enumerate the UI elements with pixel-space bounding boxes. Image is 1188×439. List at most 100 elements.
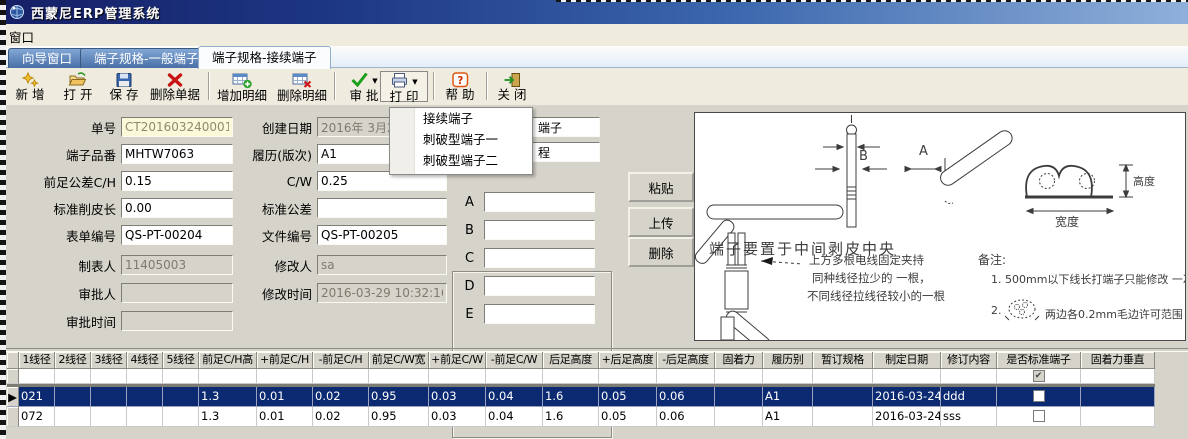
column-header[interactable]: -前足C/W	[486, 352, 543, 369]
grid-cell[interactable]	[127, 407, 163, 427]
grid-cell[interactable]: 2016-03-24	[873, 387, 941, 407]
column-header[interactable]: +前足C/H	[257, 352, 313, 369]
column-header[interactable]: 后足高度	[543, 352, 599, 369]
grid-cell[interactable]: 0.02	[313, 387, 369, 407]
filter-cell[interactable]	[941, 369, 997, 384]
filter-cell[interactable]	[429, 369, 486, 384]
grid-cell[interactable]: 072	[19, 407, 55, 427]
grid-cell[interactable]: 0.05	[599, 387, 657, 407]
menu-item-pierce-terminal-2[interactable]: 刺破型端子二	[390, 150, 532, 171]
tab-splice-terminal[interactable]: 端子规格-接续端子	[198, 46, 331, 69]
grid-cell[interactable]: 0.04	[486, 387, 543, 407]
filter-cell[interactable]	[127, 369, 163, 384]
grid-cell[interactable]: 0.03	[429, 407, 486, 427]
grid-cell[interactable]: 2016-03-24	[873, 407, 941, 427]
column-header[interactable]: +前足C/W	[429, 352, 486, 369]
help-button[interactable]: ? 帮 助	[438, 71, 482, 102]
column-header[interactable]: 固着力垂直	[1081, 352, 1155, 369]
print-button[interactable]: ▼ 打 印	[380, 71, 428, 103]
approve-time-field[interactable]	[121, 311, 233, 331]
grid-cell[interactable]	[715, 387, 763, 407]
grid-cell[interactable]: A1	[763, 387, 813, 407]
grid-cell[interactable]	[55, 387, 91, 407]
grid-cell[interactable]: 0.95	[369, 407, 429, 427]
close-button[interactable]: 关 闭	[490, 71, 534, 102]
grid-cell[interactable]	[91, 387, 127, 407]
standard-strip-length-field[interactable]	[121, 198, 233, 218]
grid-cell[interactable]	[55, 407, 91, 427]
paste-button[interactable]: 粘贴	[628, 172, 694, 202]
column-header[interactable]: -后足高度	[657, 352, 715, 369]
filter-cell[interactable]	[873, 369, 941, 384]
filter-cell[interactable]	[313, 369, 369, 384]
filter-cell[interactable]	[257, 369, 313, 384]
column-header[interactable]: 暂订规格	[813, 352, 873, 369]
standard-terminal-checkbox[interactable]	[1032, 390, 1045, 402]
grid-cell[interactable]: 1.3	[199, 407, 257, 427]
add-detail-button[interactable]: 增加明细	[213, 71, 271, 102]
modify-time-field[interactable]	[317, 283, 447, 303]
grid-cell[interactable]: 0.01	[257, 387, 313, 407]
grid-cell[interactable]	[127, 387, 163, 407]
grid-cell[interactable]: 0.02	[313, 407, 369, 427]
bill-no-field[interactable]	[121, 117, 233, 137]
print-dropdown-arrow[interactable]: ▼	[412, 78, 417, 86]
delete-document-button[interactable]: 删除单据	[146, 71, 204, 102]
grid-cell[interactable]: ddd	[941, 387, 997, 407]
column-header[interactable]: +后足高度	[599, 352, 657, 369]
column-header[interactable]: -前足C/H	[313, 352, 369, 369]
filter-cell[interactable]	[763, 369, 813, 384]
grid-cell[interactable]: 1.3	[199, 387, 257, 407]
column-header[interactable]: 前足C/W宽	[369, 352, 429, 369]
filter-cell[interactable]	[55, 369, 91, 384]
filter-cell[interactable]: ✔	[997, 369, 1081, 384]
filter-cell[interactable]	[543, 369, 599, 384]
filter-cell[interactable]	[1081, 369, 1155, 384]
filter-cell[interactable]	[715, 369, 763, 384]
new-button[interactable]: 新 增	[8, 71, 52, 102]
column-header[interactable]: 4线径	[127, 352, 163, 369]
grid-cell[interactable]	[997, 407, 1081, 427]
front-tolerance-ch-field[interactable]	[121, 171, 233, 191]
column-header[interactable]: 3线径	[91, 352, 127, 369]
grid-cell[interactable]	[1081, 407, 1155, 427]
grid-cell[interactable]	[91, 407, 127, 427]
approve-dropdown-arrow[interactable]: ▼	[372, 77, 377, 85]
grid-cell[interactable]: 021	[19, 387, 55, 407]
column-header[interactable]: 5线径	[163, 352, 199, 369]
column-header[interactable]: 履历别	[763, 352, 813, 369]
filter-cell[interactable]	[369, 369, 429, 384]
filter-cell[interactable]	[199, 369, 257, 384]
save-button[interactable]: 保 存	[102, 71, 146, 102]
grid-cell[interactable]: A1	[763, 407, 813, 427]
dim-a-field[interactable]	[484, 192, 595, 212]
open-button[interactable]: 打 开	[56, 71, 100, 102]
column-header[interactable]: 2线径	[55, 352, 91, 369]
upload-button[interactable]: 上传	[628, 207, 694, 237]
column-header[interactable]: 修订内容	[941, 352, 997, 369]
filter-cell[interactable]	[19, 369, 55, 384]
grid-cell[interactable]	[163, 407, 199, 427]
dim-c-field[interactable]	[484, 248, 595, 268]
grid-cell[interactable]	[163, 387, 199, 407]
grid-cell[interactable]: 1.6	[543, 387, 599, 407]
form-no-field[interactable]	[121, 225, 233, 245]
filter-cell[interactable]	[813, 369, 873, 384]
filter-cell[interactable]	[657, 369, 715, 384]
row-selector[interactable]	[7, 407, 19, 427]
column-header[interactable]: 前足C/H高	[199, 352, 257, 369]
standard-terminal-checkbox[interactable]: ✔	[1032, 370, 1045, 382]
modifier-field[interactable]	[317, 255, 447, 275]
dim-d-field[interactable]	[484, 276, 595, 296]
dim-b-field[interactable]	[484, 220, 595, 240]
terminal-part-field[interactable]	[121, 144, 233, 164]
grid-cell[interactable]: 0.03	[429, 387, 486, 407]
grid-row[interactable]: ▶ 021 1.3 0.01 0.02 0.95 0.03 0.04 1.6 0.05 0.06 A1…	[7, 387, 1155, 407]
column-header[interactable]: 固着力	[715, 352, 763, 369]
tab-wizard[interactable]: 向导窗口	[8, 48, 87, 69]
grid-cell[interactable]	[715, 407, 763, 427]
grid-cell[interactable]: sss	[941, 407, 997, 427]
grid-row[interactable]: 072 1.3 0.01 0.02 0.95 0.03 0.04 1.6 0.05 0.06 A1 2…	[7, 407, 1155, 427]
column-header[interactable]: 是否标准端子	[997, 352, 1081, 369]
grid-cell[interactable]: 0.06	[657, 407, 715, 427]
